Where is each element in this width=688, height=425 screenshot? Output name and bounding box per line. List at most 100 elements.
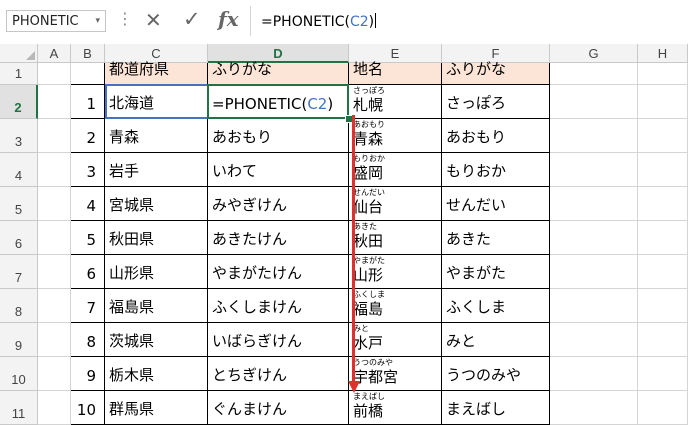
row-header-2[interactable]: 2 <box>0 85 38 119</box>
prefecture-kana-cell[interactable]: ぐんまけん <box>208 391 349 425</box>
row-header-9[interactable]: 9 <box>0 323 38 357</box>
place-kana-cell[interactable]: もりおか <box>442 153 550 187</box>
cell-a9[interactable] <box>38 323 71 357</box>
cell-h7[interactable] <box>638 255 688 289</box>
row-number-cell[interactable]: 9 <box>71 357 105 391</box>
row-header-11[interactable]: 11 <box>0 391 38 425</box>
place-cell[interactable]: やまがた 山形 <box>349 255 442 289</box>
prefecture-kana-cell[interactable]: いわて <box>208 153 349 187</box>
prefecture-kana-cell[interactable]: ふくしまけん <box>208 289 349 323</box>
prefecture-cell[interactable]: 茨城県 <box>105 323 208 357</box>
cell-g11[interactable] <box>550 391 638 425</box>
row-number-cell[interactable]: 3 <box>71 153 105 187</box>
row-number-cell[interactable]: 8 <box>71 323 105 357</box>
name-box[interactable]: PHONETIC ▾ <box>6 10 106 32</box>
column-header-b[interactable]: B <box>71 44 105 63</box>
column-header-h[interactable]: H <box>638 44 688 63</box>
cell-h4[interactable] <box>638 153 688 187</box>
place-cell[interactable]: あおもり 青森 <box>349 119 442 153</box>
cell-a8[interactable] <box>38 289 71 323</box>
cell-a5[interactable] <box>38 187 71 221</box>
place-kana-cell[interactable]: うつのみや <box>442 357 550 391</box>
header-prefecture[interactable]: 都道府県 <box>105 60 208 85</box>
place-cell[interactable]: せんだい 仙台 <box>349 187 442 221</box>
cell-a6[interactable] <box>38 221 71 255</box>
cell-g10[interactable] <box>550 357 638 391</box>
cell-g3[interactable] <box>550 119 638 153</box>
cell-h1[interactable] <box>638 63 688 85</box>
row-number-cell[interactable]: 2 <box>71 119 105 153</box>
cell-h6[interactable] <box>638 221 688 255</box>
place-kana-cell[interactable]: せんだい <box>442 187 550 221</box>
place-cell[interactable]: あきた 秋田 <box>349 221 442 255</box>
prefecture-cell[interactable]: 山形県 <box>105 255 208 289</box>
prefecture-cell[interactable]: 福島県 <box>105 289 208 323</box>
header-place[interactable]: 地名 <box>349 60 442 85</box>
row-header-3[interactable]: 3 <box>0 119 38 153</box>
place-kana-cell[interactable]: ふくしま <box>442 289 550 323</box>
cell-g9[interactable] <box>550 323 638 357</box>
prefecture-cell[interactable]: 宮城県 <box>105 187 208 221</box>
cell-a11[interactable] <box>38 391 71 425</box>
cell-g5[interactable] <box>550 187 638 221</box>
prefecture-cell[interactable]: 岩手 <box>105 153 208 187</box>
column-header-a[interactable]: A <box>38 44 71 63</box>
cell-b1[interactable] <box>71 63 105 85</box>
prefecture-kana-cell[interactable]: あきたけん <box>208 221 349 255</box>
place-cell[interactable]: ふくしま 福島 <box>349 289 442 323</box>
header-place-kana[interactable]: ふりがな <box>442 60 550 85</box>
check-icon[interactable]: ✓ <box>183 7 201 31</box>
row-header-10[interactable]: 10 <box>0 357 38 391</box>
cell-a2[interactable] <box>38 85 71 119</box>
row-header-5[interactable]: 5 <box>0 187 38 221</box>
cell-h3[interactable] <box>638 119 688 153</box>
place-cell[interactable]: まえばし 前橋 <box>349 391 442 425</box>
formula-input[interactable]: =PHONETIC(C2) <box>250 6 687 36</box>
place-kana-cell[interactable]: あきた <box>442 221 550 255</box>
place-cell[interactable]: みと 水戸 <box>349 323 442 357</box>
prefecture-cell[interactable]: 群馬県 <box>105 391 208 425</box>
cell-h10[interactable] <box>638 357 688 391</box>
cell-g2[interactable] <box>550 85 638 119</box>
row-header-1[interactable]: 1 <box>0 63 38 85</box>
place-cell[interactable]: もりおか 盛岡 <box>349 153 442 187</box>
chevron-down-icon[interactable]: ▾ <box>95 16 100 26</box>
cell-g7[interactable] <box>550 255 638 289</box>
prefecture-kana-cell[interactable]: やまがたけん <box>208 255 349 289</box>
row-number-cell[interactable]: 4 <box>71 187 105 221</box>
column-header-g[interactable]: G <box>550 44 638 63</box>
prefecture-cell[interactable]: 栃木県 <box>105 357 208 391</box>
cell-g1[interactable] <box>550 63 638 85</box>
cell-a4[interactable] <box>38 153 71 187</box>
place-kana-cell[interactable]: やまがた <box>442 255 550 289</box>
place-kana-cell[interactable]: あおもり <box>442 119 550 153</box>
prefecture-cell[interactable]: 北海道 <box>105 85 208 119</box>
cell-h9[interactable] <box>638 323 688 357</box>
place-kana-cell[interactable]: みと <box>442 323 550 357</box>
prefecture-cell[interactable]: 秋田県 <box>105 221 208 255</box>
row-number-cell[interactable]: 6 <box>71 255 105 289</box>
place-cell[interactable]: さっぽろ 札幌 <box>349 85 442 119</box>
prefecture-kana-cell[interactable]: みやぎけん <box>208 187 349 221</box>
cell-a10[interactable] <box>38 357 71 391</box>
place-kana-cell[interactable]: まえばし <box>442 391 550 425</box>
prefecture-kana-cell[interactable]: とちぎけん <box>208 357 349 391</box>
more-options-icon[interactable]: ⋮ <box>117 9 133 28</box>
cell-h11[interactable] <box>638 391 688 425</box>
row-number-cell[interactable]: 1 <box>71 85 105 119</box>
row-header-6[interactable]: 6 <box>0 221 38 255</box>
cell-h5[interactable] <box>638 187 688 221</box>
cell-h8[interactable] <box>638 289 688 323</box>
cell-h2[interactable] <box>638 85 688 119</box>
row-number-cell[interactable]: 5 <box>71 221 105 255</box>
cell-a7[interactable] <box>38 255 71 289</box>
formula-cell[interactable]: =PHONETIC(C2) <box>208 85 349 119</box>
prefecture-kana-cell[interactable]: いばらぎけん <box>208 323 349 357</box>
cancel-icon[interactable]: ✕ <box>145 8 162 32</box>
place-kana-cell[interactable]: さっぽろ <box>442 85 550 119</box>
row-header-4[interactable]: 4 <box>0 153 38 187</box>
place-cell[interactable]: うつのみや 宇都宮 <box>349 357 442 391</box>
cell-a3[interactable] <box>38 119 71 153</box>
insert-function-icon[interactable]: fx <box>218 7 239 31</box>
cell-g6[interactable] <box>550 221 638 255</box>
